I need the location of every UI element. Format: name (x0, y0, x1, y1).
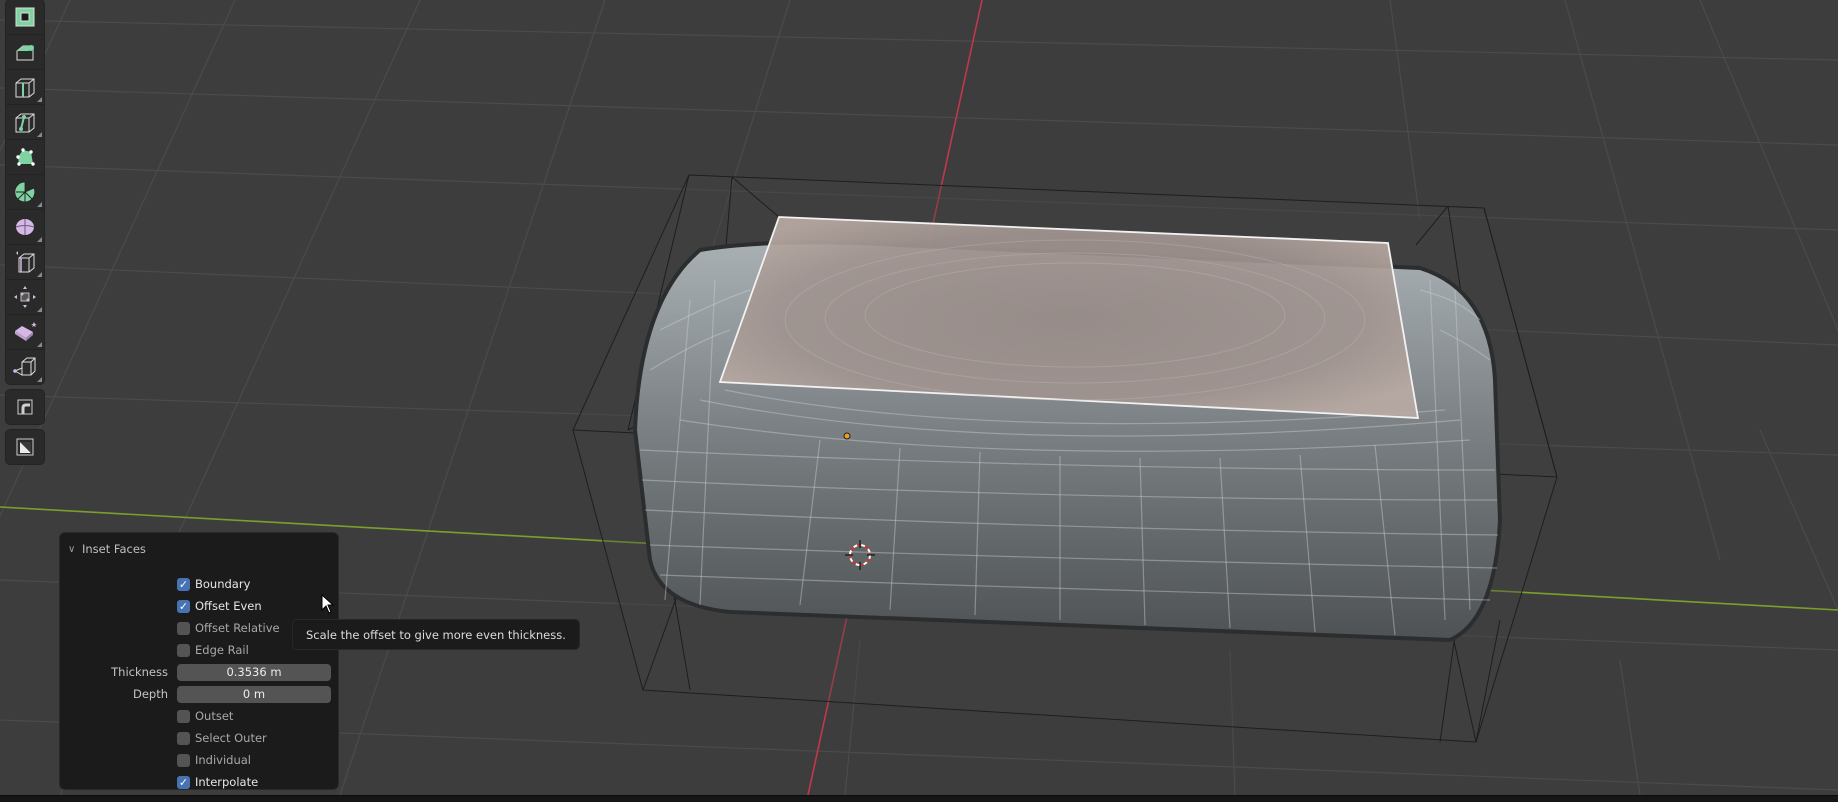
tool-knife[interactable] (6, 105, 44, 140)
depth-row: Depth 0 m (60, 684, 338, 704)
tool-loop-cut[interactable] (6, 70, 44, 105)
grid-line (339, 0, 606, 795)
submenu-indicator (37, 237, 42, 242)
smooth-icon (15, 219, 35, 235)
rip-region-icon (13, 357, 36, 376)
checkbox-label: Select Outer (195, 731, 267, 745)
checkbox-unchecked-icon (177, 621, 190, 635)
shrink-fatten-icon (14, 286, 36, 308)
tool-annotate[interactable] (6, 390, 44, 424)
select-outer-checkbox[interactable]: Select Outer (177, 731, 267, 745)
grid-line (1699, 0, 1838, 331)
checkbox-label: Interpolate (195, 775, 259, 789)
submenu-indicator (37, 202, 42, 207)
depth-label: Depth (132, 687, 168, 701)
submenu-indicator (37, 272, 42, 277)
mouse-pointer-icon (321, 594, 335, 614)
tool-select-box[interactable] (6, 0, 44, 35)
option-row: ✓ Offset Even (60, 596, 338, 616)
shear-icon (15, 322, 37, 341)
tool-group-main (6, 0, 44, 384)
grid-line (1619, 659, 1641, 795)
spin-icon (14, 181, 36, 203)
poly-build-icon (16, 148, 35, 166)
checkbox-unchecked-icon (177, 643, 190, 657)
outset-checkbox[interactable]: Outset (177, 709, 233, 723)
loop-cut-icon (15, 78, 35, 98)
checkbox-label: Outset (195, 709, 234, 723)
checkbox-unchecked-icon (177, 753, 190, 767)
individual-checkbox[interactable]: Individual (177, 753, 251, 767)
grid-line (1389, 0, 1421, 221)
panel-title: Inset Faces (82, 542, 146, 556)
checkbox-checked-icon: ✓ (177, 577, 190, 591)
interpolate-checkbox[interactable]: ✓ Interpolate (177, 775, 258, 789)
option-row: ✓ Boundary (60, 574, 338, 594)
checkbox-label: Offset Relative (195, 621, 280, 635)
panel-header[interactable]: ∨ Inset Faces (68, 539, 146, 559)
submenu-indicator (37, 377, 42, 382)
checkbox-label: Edge Rail (195, 643, 249, 657)
grid-line (1759, 429, 1838, 611)
measure-icon (16, 438, 34, 456)
tool-group-measure (6, 430, 44, 464)
tool-shear[interactable] (6, 315, 44, 350)
submenu-indicator (37, 132, 42, 137)
select-box-icon (15, 7, 35, 27)
tool-measure[interactable] (6, 430, 44, 464)
edge-rail-checkbox[interactable]: Edge Rail (177, 643, 249, 657)
grid-line (1564, 0, 1721, 561)
option-row: Outset (60, 706, 338, 726)
tool-shelf (6, 0, 44, 470)
chevron-down-icon: ∨ (68, 543, 76, 555)
edge-slide-icon (16, 251, 35, 273)
annotate-icon (17, 399, 33, 415)
offset-even-checkbox[interactable]: ✓ Offset Even (177, 599, 262, 613)
tool-rip-region[interactable] (6, 350, 44, 384)
option-row: ✓ Interpolate (60, 772, 338, 792)
tool-smooth[interactable] (6, 210, 44, 245)
checkbox-unchecked-icon (177, 731, 190, 745)
option-row: Individual (60, 750, 338, 770)
checkbox-checked-icon: ✓ (177, 775, 190, 789)
boundary-checkbox[interactable]: ✓ Boundary (177, 577, 250, 591)
submenu-indicator (37, 342, 42, 347)
thickness-label: Thickness (111, 665, 168, 679)
tooltip-text: Scale the offset to give more even thick… (306, 627, 566, 642)
thickness-row: Thickness 0.3536 m (60, 662, 338, 682)
checkbox-label: Offset Even (195, 599, 262, 613)
checkbox-checked-icon: ✓ (177, 599, 190, 613)
tool-edge-slide[interactable] (6, 245, 44, 280)
extrude-region-icon (16, 45, 34, 61)
tool-group-annotate (6, 390, 44, 424)
checkbox-unchecked-icon (177, 709, 190, 723)
tool-poly-build[interactable] (6, 140, 44, 175)
object-origin (843, 432, 851, 440)
checkbox-label: Individual (195, 753, 252, 767)
submenu-indicator (37, 307, 42, 312)
option-row: Select Outer (60, 728, 338, 748)
checkbox-label: Boundary (195, 577, 251, 591)
adjust-last-operation-panel: ∨ Inset Faces ✓ Boundary ✓ Offset Even O… (60, 533, 338, 789)
offset-relative-checkbox[interactable]: Offset Relative (177, 621, 280, 635)
grid-line (0, 19, 1838, 61)
submenu-indicator (37, 97, 42, 102)
tool-shrink-fatten[interactable] (6, 280, 44, 315)
thickness-field[interactable]: 0.3536 m (177, 663, 331, 681)
depth-field[interactable]: 0 m (177, 685, 331, 703)
tool-spin[interactable] (6, 175, 44, 210)
knife-icon (15, 113, 35, 133)
grid-line (0, 87, 1838, 146)
tool-extrude-region[interactable] (6, 35, 44, 70)
tooltip: Scale the offset to give more even thick… (293, 620, 579, 649)
